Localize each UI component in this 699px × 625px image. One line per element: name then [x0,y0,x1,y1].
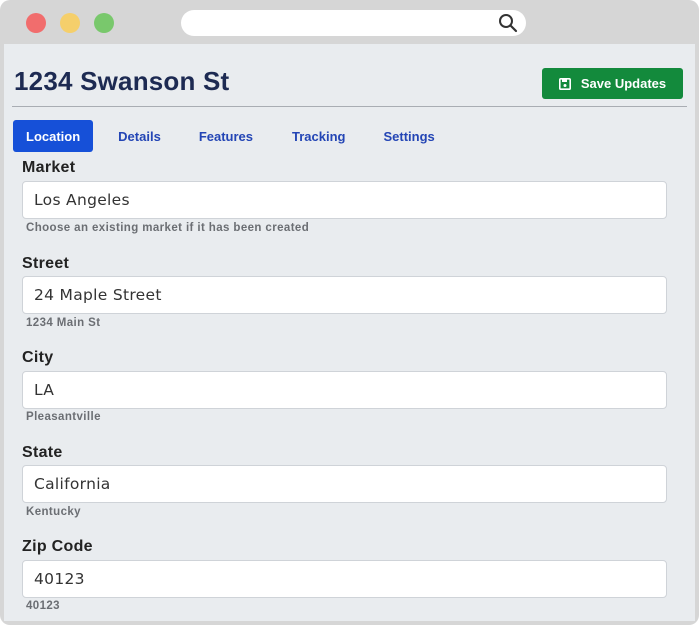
browser-titlebar [0,0,699,44]
close-window-button[interactable] [26,13,46,33]
market-input[interactable] [22,181,667,219]
city-label: City [22,349,54,366]
state-help-text: Kentucky [26,506,81,518]
street-label: Street [22,255,70,272]
state-label: State [22,444,63,461]
street-input[interactable] [22,276,667,314]
browser-window: 1234 Swanson St Save Updates Location De… [0,0,699,625]
zip-code-help-text: 40123 [26,600,60,612]
save-updates-label: Save Updates [580,76,667,91]
address-bar[interactable] [181,10,526,36]
market-label: Market [22,159,76,176]
tab-features[interactable]: Features [186,120,266,152]
zip-code-input[interactable] [22,560,667,598]
state-input[interactable] [22,465,667,503]
city-help-text: Pleasantville [26,411,101,423]
minimize-window-button[interactable] [60,13,80,33]
tab-settings[interactable]: Settings [370,120,447,152]
city-input[interactable] [22,371,667,409]
save-updates-button[interactable]: Save Updates [542,68,683,99]
street-help-text: 1234 Main St [26,317,101,329]
header-divider [12,106,687,107]
search-icon[interactable] [498,13,518,33]
zip-code-label: Zip Code [22,538,93,555]
market-help-text: Choose an existing market if it has been… [26,222,310,234]
tab-tracking[interactable]: Tracking [279,120,358,152]
tab-bar: Location Details Features Tracking Setti… [13,120,448,152]
page-content: 1234 Swanson St Save Updates Location De… [4,44,695,621]
maximize-window-button[interactable] [94,13,114,33]
floppy-disk-icon [558,77,571,90]
tab-details[interactable]: Details [105,120,174,152]
page-title: 1234 Swanson St [14,66,230,96]
tab-location[interactable]: Location [13,120,94,152]
